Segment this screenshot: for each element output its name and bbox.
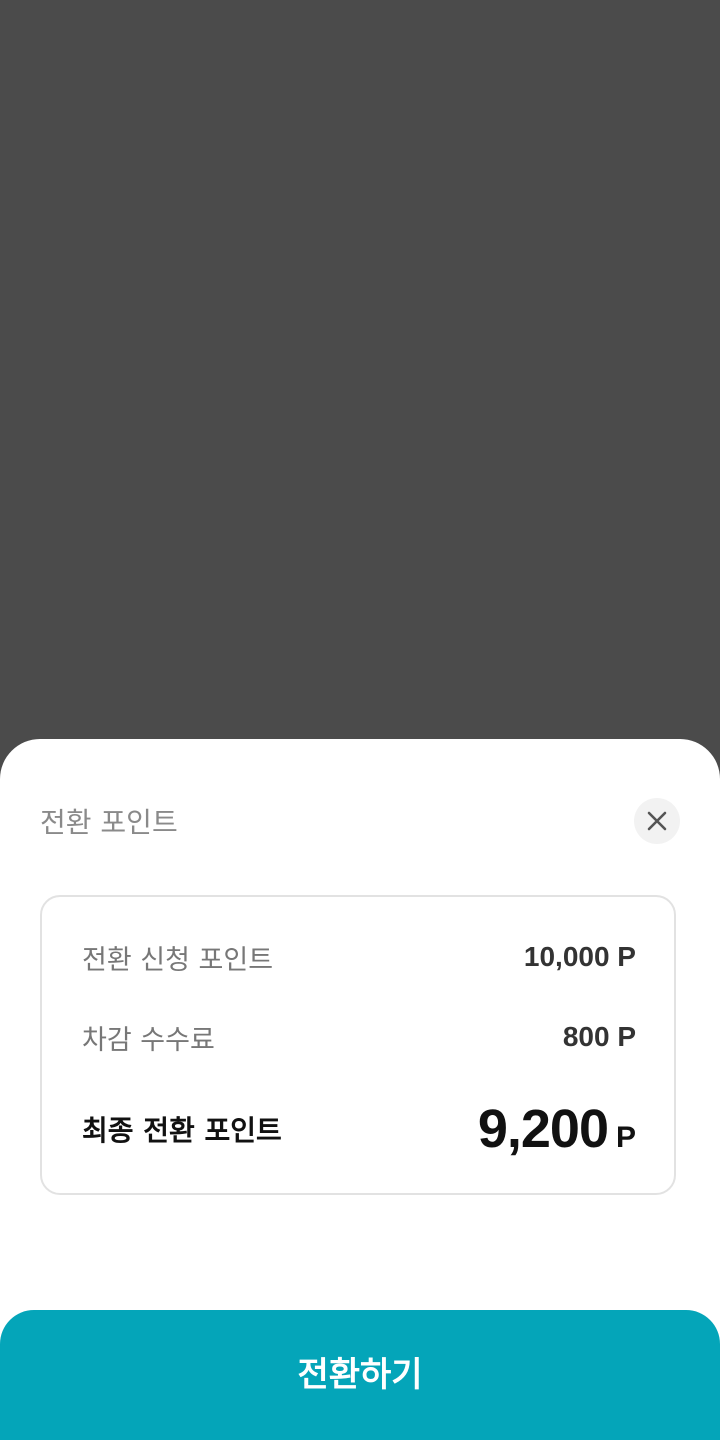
final-points-amount: 9,200 P — [478, 1098, 636, 1160]
final-points-row: 최종 전환 포인트 9,200 P — [82, 1097, 636, 1161]
fee-value: 800 P — [562, 1021, 636, 1052]
sheet-title: 전환 포인트 — [40, 806, 178, 839]
requested-points-value: 10,000 P — [523, 941, 636, 972]
close-button[interactable] — [634, 798, 680, 844]
requested-points-label: 전환 신청 포인트 — [82, 944, 274, 976]
final-points-unit: P — [615, 1121, 636, 1154]
convert-button[interactable]: 전환하기 — [0, 1310, 720, 1440]
fee-row: 차감 수수료 800 P — [82, 1017, 636, 1057]
final-points-label: 최종 전환 포인트 — [82, 1114, 282, 1147]
final-points-value: 9,200 — [477, 1099, 609, 1159]
summary-card: 전환 신청 포인트 10,000 P 차감 수수료 800 P 최종 전환 포인… — [40, 895, 676, 1195]
dim-overlay[interactable] — [0, 0, 720, 739]
screen: 전환 포인트 전환 신청 포인트 10,000 P 차감 수수료 800 P 최… — [0, 0, 720, 1440]
fee-label: 차감 수수료 — [82, 1024, 215, 1056]
requested-points-row: 전환 신청 포인트 10,000 P — [82, 937, 636, 977]
close-icon — [647, 811, 667, 831]
